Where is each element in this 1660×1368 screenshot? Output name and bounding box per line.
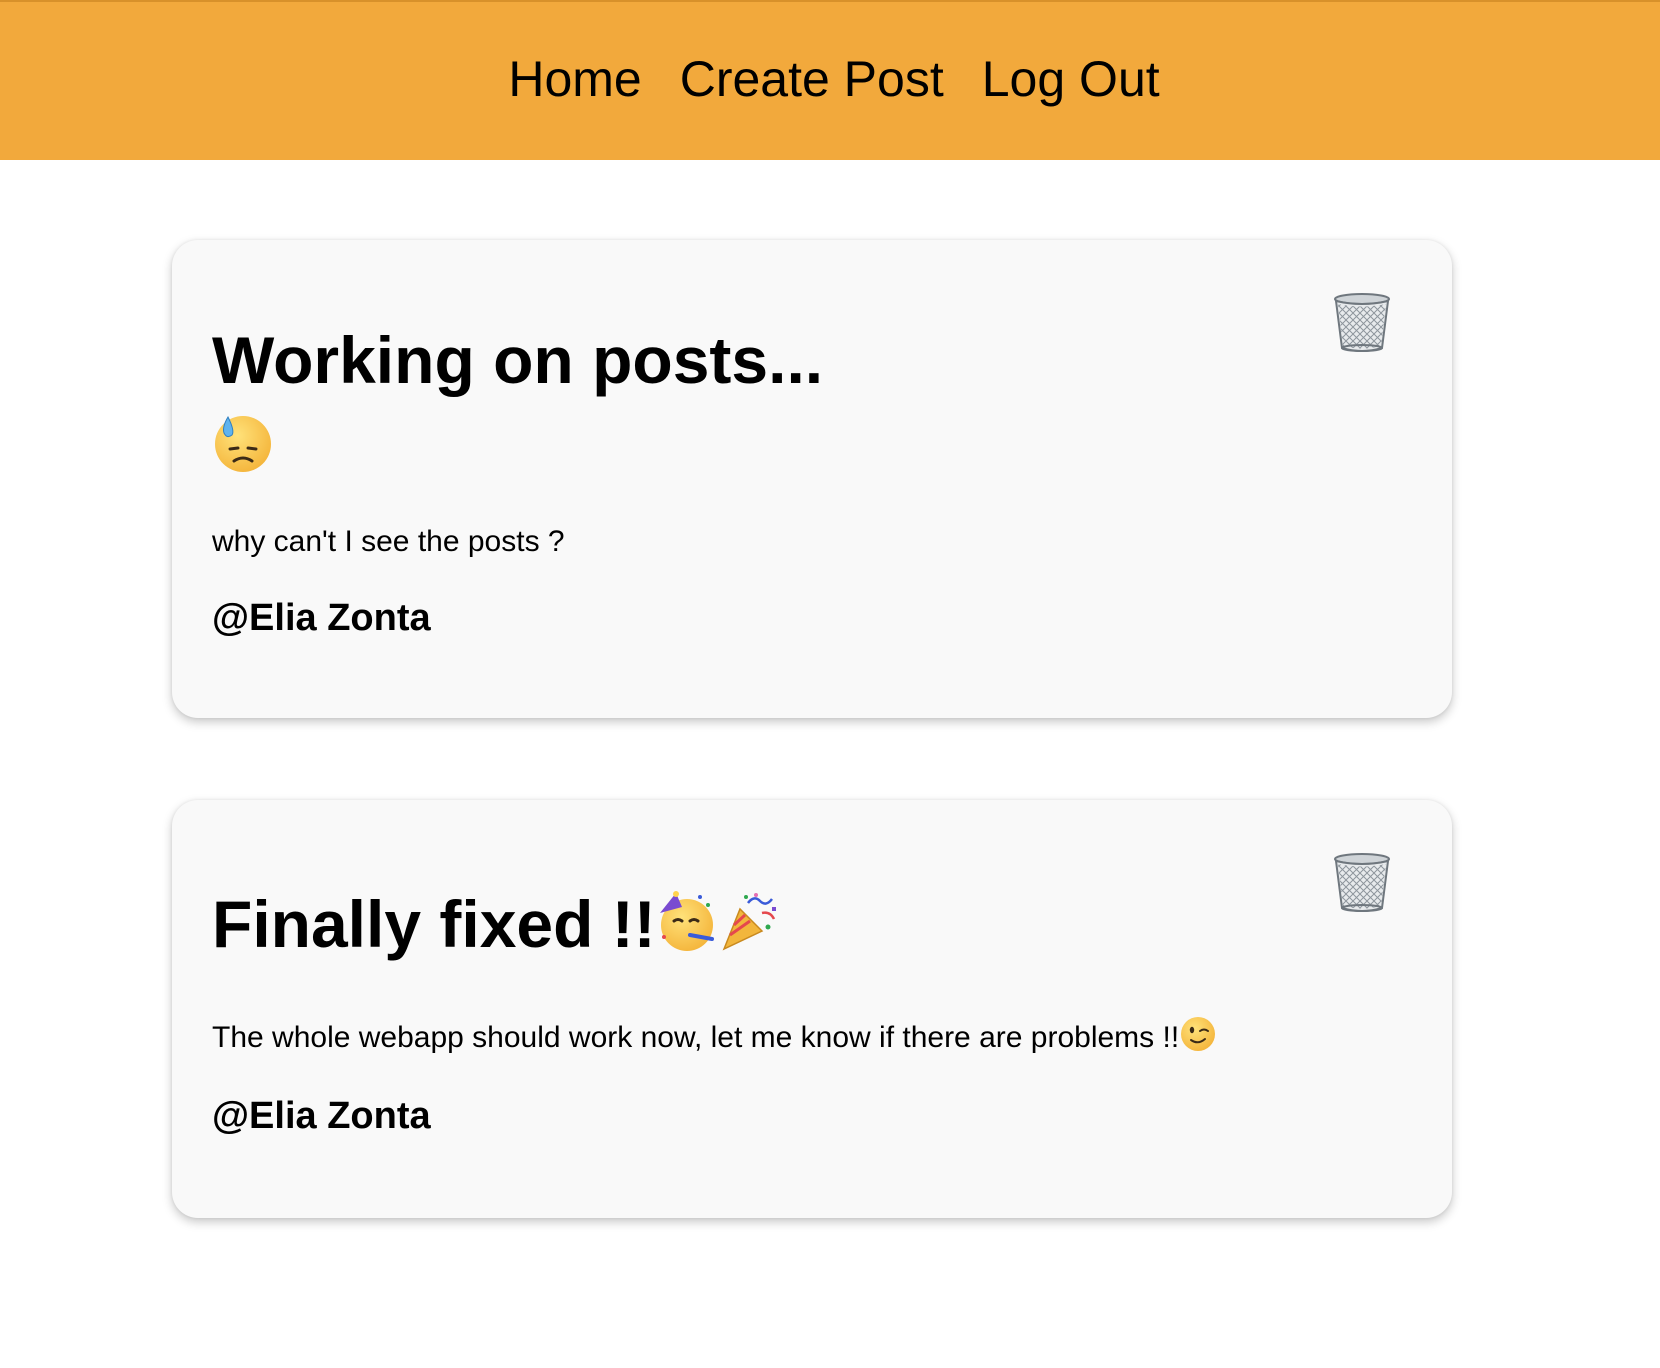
post-author: @Elia Zonta (212, 597, 431, 639)
post-title-text: Working on posts... (212, 323, 824, 397)
nav-log-out-link[interactable]: Log Out (982, 50, 1160, 108)
nav-create-post-link[interactable]: Create Post (680, 50, 944, 108)
delete-post-button[interactable] (1332, 852, 1392, 914)
post-card: Working on posts... why can't I see the … (172, 240, 1452, 718)
post-card: Finally fixed !! The whole webapp should… (172, 800, 1452, 1218)
nav-home-link[interactable]: Home (508, 50, 641, 108)
wastebasket-icon (1332, 852, 1392, 914)
post-body: The whole webapp should work now, let me… (212, 1015, 1217, 1064)
delete-post-button[interactable] (1332, 292, 1392, 354)
post-title-text: Finally fixed !! (212, 887, 656, 961)
post-body: why can't I see the posts ? (212, 525, 565, 558)
wastebasket-icon (1332, 292, 1392, 354)
downcast-face-with-sweat-icon (212, 408, 274, 472)
nav-links: Home Create Post Log Out (508, 50, 1159, 108)
post-title: Working on posts... (212, 318, 832, 486)
post-body-text: The whole webapp should work now, let me… (212, 1021, 1180, 1054)
post-title: Finally fixed !! (212, 882, 1112, 972)
top-navbar: Home Create Post Log Out (0, 0, 1660, 160)
partying-face-icon (656, 888, 718, 972)
post-author: @Elia Zonta (212, 1095, 431, 1137)
party-popper-icon (718, 888, 780, 972)
winking-face-icon (1179, 1015, 1217, 1064)
